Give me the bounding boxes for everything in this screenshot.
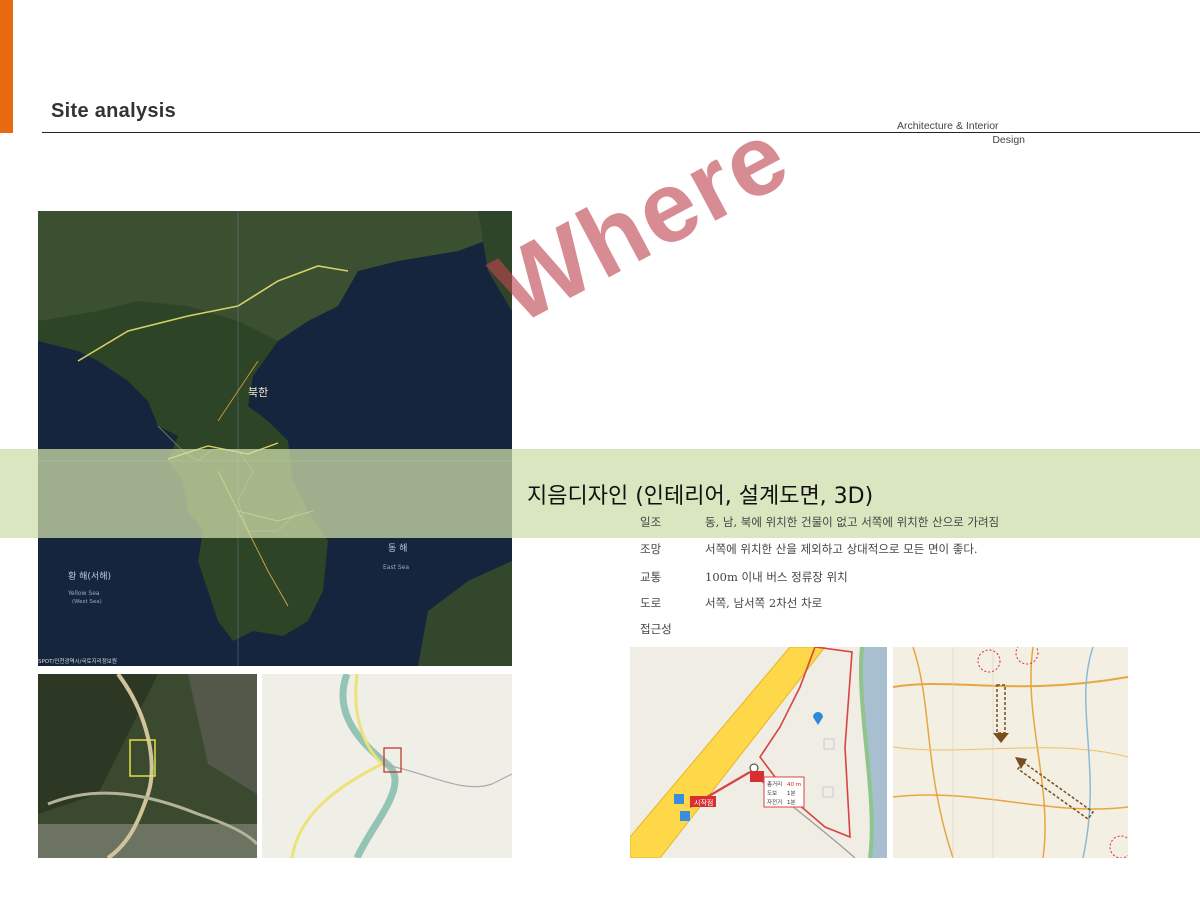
info-row-road: 도로 서쪽, 남서쪽 2차선 차로 [640, 595, 822, 611]
brand-label: Architecture & Interior Design [897, 119, 1025, 147]
map-credit: SPOT/인천광역시/국토지리정보원 [38, 657, 117, 665]
route-start-label: 시작점 [694, 798, 713, 807]
site-satellite-detail [38, 674, 257, 858]
route-bike-key: 자전거 [767, 798, 782, 806]
info-value: 서쪽에 위치한 산을 제외하고 상대적으로 모든 면이 좋다. [705, 542, 978, 556]
route-walk-value: 1분 [787, 790, 796, 797]
info-row-access: 접근성 [640, 621, 705, 637]
info-label: 도로 [640, 596, 662, 610]
page-title: Site analysis [51, 100, 177, 122]
header-divider [42, 132, 1200, 133]
regional-road-map [893, 647, 1128, 858]
route-map: 시작점 총거리 40 m 도보 1분 자전거 1분 [630, 647, 887, 858]
korea-satellite-map: 북한 동 해 East Sea 황 해(서해) Yellow Sea (West… [38, 211, 512, 666]
label-north: 북한 [248, 386, 268, 399]
route-distance-key: 총거리 [767, 780, 782, 788]
brand-line-1: Architecture & Interior [897, 120, 999, 132]
label-yellow-sea-en: Yellow Sea [67, 590, 100, 597]
label-east-sea-en: East Sea [383, 564, 409, 571]
info-value: 서쪽, 남서쪽 2차선 차로 [705, 596, 823, 610]
route-bike-value: 1분 [787, 799, 796, 806]
site-road-map [262, 674, 512, 858]
where-watermark: Where [475, 98, 807, 346]
company-title: 지음디자인 (인테리어, 설계도면, 3D) [527, 484, 874, 509]
info-value: 100m 이내 버스 정류장 위치 [705, 570, 848, 584]
route-distance-value: 40 m [787, 782, 801, 788]
info-row-sunlight: 일조 동, 남, 북에 위치한 건물이 없고 서쪽에 위치한 산으로 가려짐 [640, 514, 999, 530]
info-row-view: 조망 서쪽에 위치한 산을 제외하고 상대적으로 모든 면이 좋다. [640, 541, 978, 557]
info-label: 교통 [640, 570, 662, 584]
info-value: 동, 남, 북에 위치한 건물이 없고 서쪽에 위치한 산으로 가려짐 [705, 515, 1000, 529]
label-east-sea: 동 해 [388, 543, 407, 554]
label-west-sea-en: (West Sea) [72, 599, 102, 605]
route-walk-key: 도보 [767, 790, 777, 797]
brand-line-2: Design [992, 134, 1025, 146]
info-label: 접근성 [640, 622, 672, 636]
label-yellow-sea: 황 해(서해) [68, 571, 111, 582]
accent-bar [0, 0, 13, 133]
info-row-transit: 교통 100m 이내 버스 정류장 위치 [640, 569, 848, 585]
info-label: 조망 [640, 542, 662, 556]
info-label: 일조 [640, 515, 662, 529]
